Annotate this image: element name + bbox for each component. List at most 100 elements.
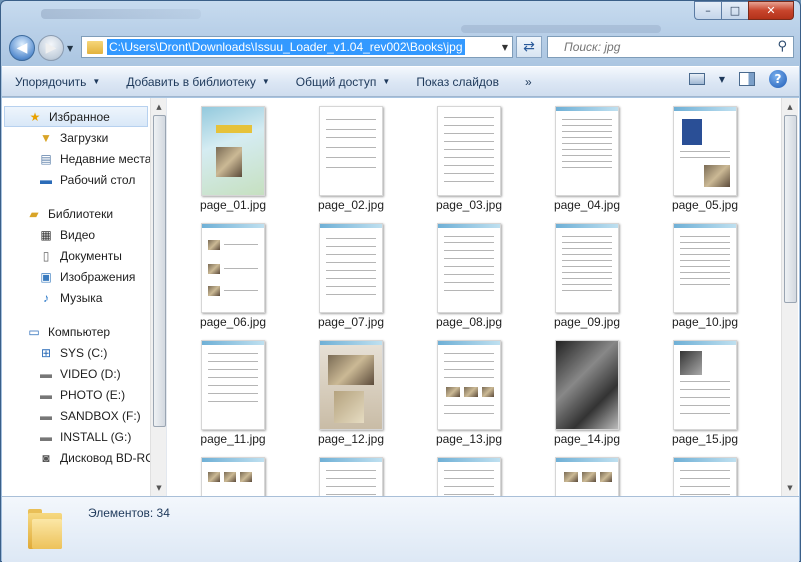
nav-item-video[interactable]: ▦ Видео bbox=[2, 224, 150, 245]
nav-item-favorites[interactable]: ★ Избранное bbox=[4, 106, 148, 127]
thumbnail-image bbox=[319, 457, 383, 496]
nav-item-libraries[interactable]: ▰ Библиотеки bbox=[2, 203, 150, 224]
share-label: Общий доступ bbox=[295, 74, 377, 89]
slideshow-button[interactable]: Показ слайдов bbox=[403, 68, 512, 96]
item-count: Элементов: 34 bbox=[88, 506, 170, 520]
more-commands-button[interactable]: » bbox=[512, 68, 545, 96]
forward-button[interactable]: ▶ bbox=[38, 35, 64, 61]
file-item[interactable]: page_10.jpg bbox=[650, 215, 760, 332]
details-pane: Элементов: 34 bbox=[2, 496, 799, 562]
file-item[interactable]: page_14.jpg bbox=[532, 332, 642, 449]
file-name: page_15.jpg bbox=[671, 432, 739, 446]
scroll-down-icon[interactable]: ▼ bbox=[782, 479, 798, 496]
nav-recent-label: Недавние места bbox=[60, 151, 152, 166]
file-view-scrollbar[interactable]: ▲ ▼ bbox=[781, 98, 798, 496]
nav-images-label: Изображения bbox=[60, 269, 136, 284]
thumbnail-image bbox=[201, 457, 265, 496]
nav-item-drive-c[interactable]: ⊞ SYS (C:) bbox=[2, 342, 150, 363]
scroll-up-icon[interactable]: ▲ bbox=[782, 98, 798, 115]
file-name: page_09.jpg bbox=[553, 315, 621, 329]
search-box[interactable]: ⚲ bbox=[547, 36, 794, 58]
history-dropdown-icon[interactable]: ▼ bbox=[67, 44, 73, 53]
search-input[interactable] bbox=[548, 37, 763, 57]
arrow-right-icon: ▶ bbox=[45, 40, 57, 56]
file-item[interactable] bbox=[532, 449, 642, 496]
nav-music-label: Музыка bbox=[60, 290, 103, 305]
file-item[interactable]: page_11.jpg bbox=[178, 332, 288, 449]
file-item[interactable]: page_08.jpg bbox=[414, 215, 524, 332]
organize-button[interactable]: Упорядочить ▼ bbox=[2, 68, 113, 96]
nav-desktop-label: Рабочий стол bbox=[60, 172, 136, 187]
close-button[interactable]: ✕ bbox=[748, 1, 794, 20]
nav-item-documents[interactable]: ▯ Документы bbox=[2, 245, 150, 266]
file-name: page_14.jpg bbox=[553, 432, 621, 446]
preview-pane-icon[interactable] bbox=[739, 72, 755, 86]
view-dropdown-icon[interactable]: ▼ bbox=[719, 75, 725, 84]
file-item[interactable]: page_13.jpg bbox=[414, 332, 524, 449]
thumbnail-image bbox=[673, 106, 737, 196]
navigation-tree: ★ Избранное ▼ Загрузки ▤ Недавние места … bbox=[2, 106, 155, 468]
nav-item-drive-f[interactable]: ▬ SANDBOX (F:) bbox=[2, 405, 150, 426]
file-item[interactable]: page_05.jpg bbox=[650, 98, 760, 215]
nav-item-music[interactable]: ♪ Музыка bbox=[2, 287, 150, 308]
nav-drive-label: SANDBOX (F:) bbox=[60, 408, 141, 423]
scroll-up-icon[interactable]: ▲ bbox=[151, 98, 166, 115]
file-item[interactable]: page_03.jpg bbox=[414, 98, 524, 215]
file-item[interactable] bbox=[296, 449, 406, 496]
search-icon[interactable]: ⚲ bbox=[777, 39, 787, 54]
address-bar[interactable]: C:\Users\Dront\Downloads\Issuu_Loader_v1… bbox=[81, 36, 513, 58]
desktop-icon: ▬ bbox=[40, 172, 52, 187]
nav-item-desktop[interactable]: ▬ Рабочий стол bbox=[2, 169, 150, 190]
help-icon[interactable]: ? bbox=[769, 70, 787, 88]
scrollbar-thumb[interactable] bbox=[153, 115, 166, 427]
file-item[interactable]: page_04.jpg bbox=[532, 98, 642, 215]
nav-item-images[interactable]: ▣ Изображения bbox=[2, 266, 150, 287]
back-button[interactable]: ◀ bbox=[9, 35, 35, 61]
system-drive-icon: ⊞ bbox=[40, 345, 52, 360]
file-name: page_12.jpg bbox=[317, 432, 385, 446]
nav-item-drive-g[interactable]: ▬ INSTALL (G:) bbox=[2, 426, 150, 447]
navigation-scrollbar[interactable]: ▲ ▼ bbox=[150, 98, 166, 496]
maximize-button[interactable]: □ bbox=[721, 1, 748, 20]
scroll-down-icon[interactable]: ▼ bbox=[151, 479, 166, 496]
file-item[interactable] bbox=[650, 449, 760, 496]
add-to-library-button[interactable]: Добавить в библиотеку ▼ bbox=[113, 68, 282, 96]
thumbnail-image bbox=[437, 223, 501, 313]
refresh-icon: ⇄ bbox=[523, 39, 535, 55]
caption-background-right bbox=[461, 25, 661, 33]
chevron-down-icon: ▼ bbox=[92, 77, 101, 86]
address-dropdown-icon[interactable]: ▼ bbox=[502, 43, 508, 52]
file-item[interactable]: page_15.jpg bbox=[650, 332, 760, 449]
nav-item-drive-d[interactable]: ▬ VIDEO (D:) bbox=[2, 363, 150, 384]
scrollbar-thumb[interactable] bbox=[784, 115, 797, 303]
file-view: page_01.jpg page_02.jpg page_03.jpg page… bbox=[168, 98, 781, 496]
address-path[interactable]: C:\Users\Dront\Downloads\Issuu_Loader_v1… bbox=[107, 39, 465, 55]
nav-item-recent[interactable]: ▤ Недавние места bbox=[2, 148, 152, 169]
change-view-icon[interactable] bbox=[688, 73, 705, 85]
refresh-button[interactable]: ⇄ bbox=[516, 36, 542, 58]
file-item[interactable]: page_09.jpg bbox=[532, 215, 642, 332]
file-item[interactable]: page_12.jpg bbox=[296, 332, 406, 449]
file-item[interactable]: page_01.jpg bbox=[178, 98, 288, 215]
images-icon: ▣ bbox=[40, 269, 52, 284]
file-item[interactable] bbox=[414, 449, 524, 496]
file-item[interactable] bbox=[178, 449, 288, 496]
file-name: page_07.jpg bbox=[317, 315, 385, 329]
nav-item-computer[interactable]: ▭ Компьютер bbox=[2, 321, 150, 342]
thumbnail-image bbox=[555, 223, 619, 313]
file-item[interactable]: page_06.jpg bbox=[178, 215, 288, 332]
nav-item-downloads[interactable]: ▼ Загрузки bbox=[2, 127, 150, 148]
nav-drive-label: PHOTO (E:) bbox=[60, 387, 126, 402]
nav-item-drive-e[interactable]: ▬ PHOTO (E:) bbox=[2, 384, 150, 405]
nav-item-bd-rom[interactable]: ◙ Дисковод BD-RO bbox=[2, 447, 154, 468]
chevron-down-icon: ▼ bbox=[382, 77, 391, 86]
file-item[interactable]: page_07.jpg bbox=[296, 215, 406, 332]
file-item[interactable]: page_02.jpg bbox=[296, 98, 406, 215]
minimize-button[interactable]: – bbox=[694, 1, 721, 20]
star-icon: ★ bbox=[29, 109, 41, 124]
share-button[interactable]: Общий доступ ▼ bbox=[283, 68, 404, 96]
nav-computer-label: Компьютер bbox=[48, 324, 111, 339]
file-name: page_01.jpg bbox=[199, 198, 267, 212]
documents-icon: ▯ bbox=[42, 248, 50, 263]
thumbnail-image bbox=[555, 340, 619, 430]
